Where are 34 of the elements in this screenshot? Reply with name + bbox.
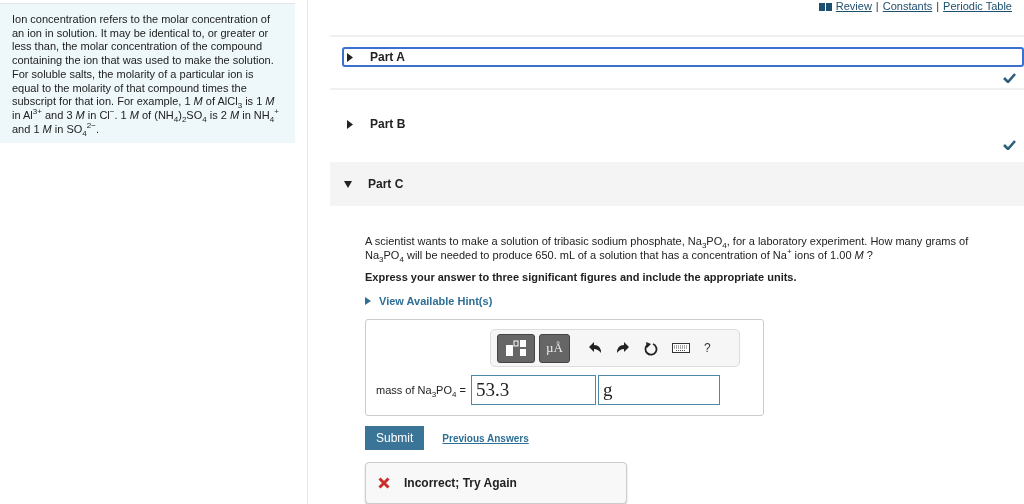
help-button[interactable]: ? [703, 341, 711, 355]
expand-arrow-icon [365, 297, 371, 305]
units-button[interactable]: µÅ [539, 333, 570, 363]
top-link[interactable]: Periodic Table [943, 0, 1012, 13]
reset-icon[interactable] [643, 340, 658, 356]
book-icon [818, 2, 832, 11]
part-header[interactable]: Part B [342, 114, 1024, 134]
part-title: Part A [370, 50, 405, 64]
keyboard-icon[interactable] [671, 343, 690, 353]
part-header[interactable]: Part A [342, 47, 1024, 67]
submit-button[interactable]: Submit [365, 426, 425, 450]
cross-icon [378, 477, 390, 489]
question-text: A scientist wants to make a solution of tribasic sodium phosphate, Na$_{3}$PO$_{4}$, for a laboratory experiment. How many grams of Na$_{3}$PO$_{4}$ will be needed to produce 650. mL of a solution that has a concentration of Na$^{+}$ ions of 1.00 M ? [365, 234, 970, 262]
feedback-text: Incorrect; Try Again [404, 476, 517, 490]
expand-arrow-icon [344, 179, 352, 189]
value-input[interactable]: 53.3 [470, 375, 596, 405]
separator: | [875, 0, 879, 13]
separator: | [936, 0, 940, 13]
template-icon [505, 339, 527, 357]
hints-link[interactable]: View Available Hint(s) [379, 295, 493, 307]
part-header[interactable]: Part C [330, 162, 1024, 206]
previous-answers-link[interactable]: Previous Answers [442, 432, 529, 444]
undo-icon[interactable] [587, 342, 602, 354]
answer-label: mass of Na$_{3}$PO$_{4}$ = [376, 384, 466, 396]
template-button[interactable] [497, 333, 535, 363]
expand-arrow-icon [346, 52, 354, 62]
part-title: Part B [370, 117, 406, 131]
part-title: Part C [368, 177, 404, 191]
instruction-text: Express your answer to three significant figures and include the appropriate units. [365, 271, 798, 283]
unit-input[interactable]: g [597, 375, 720, 405]
expand-arrow-icon [346, 119, 354, 129]
top-link[interactable]: Review [835, 0, 872, 13]
top-link[interactable]: Constants [882, 0, 933, 13]
redo-icon[interactable] [615, 342, 630, 354]
